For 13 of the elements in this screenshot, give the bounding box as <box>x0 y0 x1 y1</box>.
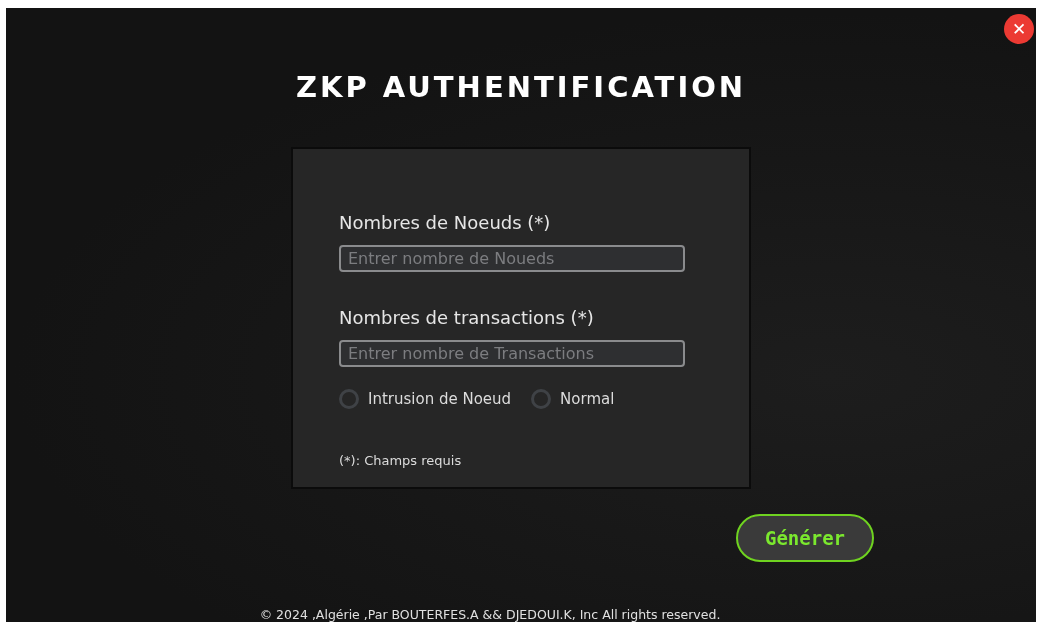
field-label: Nombres de transactions (*) <box>339 306 595 330</box>
radio-label: Intrusion de Noeud <box>368 390 512 408</box>
app-title: ZKP AUTHENTIFICATION <box>295 69 747 106</box>
generate-button[interactable]: Générer <box>736 514 874 562</box>
required-note: (*): Champs requis <box>339 453 463 468</box>
field-label: Nombres de Noeuds (*) <box>339 211 552 235</box>
radio-button[interactable] <box>339 389 359 409</box>
input-field[interactable]: Entrer nombre de Transactions <box>339 340 685 367</box>
input-field[interactable]: Entrer nombre de Noueds <box>339 245 685 272</box>
radio-label: Normal <box>560 390 615 408</box>
radio-button[interactable] <box>531 389 552 409</box>
copyright-text: © 2024 ,Algérie ,Par BOUTERFES.A && DJEDOUI.K, Inc All rights reserved. <box>259 607 721 622</box>
close-button[interactable]: ✕ <box>1004 14 1034 44</box>
